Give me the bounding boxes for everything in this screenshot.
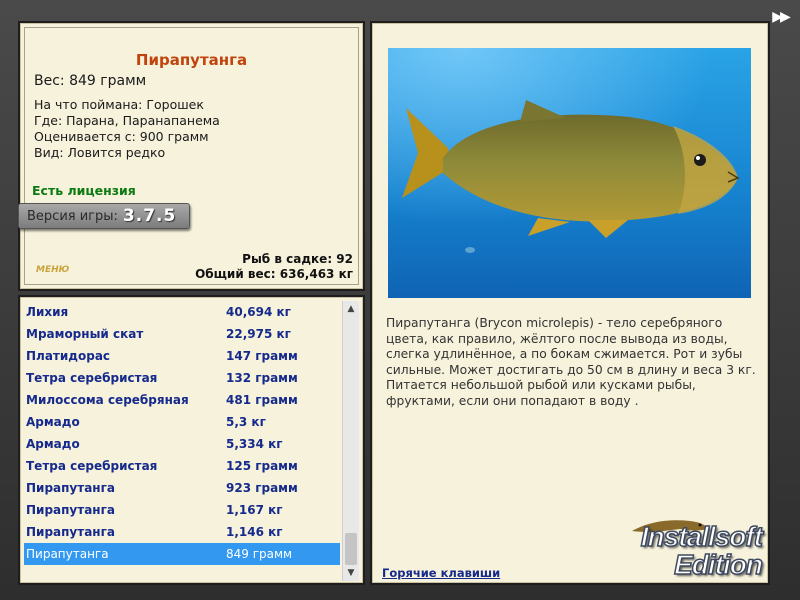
catch-row-fish-name: Пирапутанга	[26, 525, 115, 539]
catch-row-fish-weight: 125 грамм	[226, 459, 298, 473]
fish-name-title: Пирапутанга	[135, 51, 248, 69]
location-info: Где: Парана, Паранапанема	[34, 113, 220, 128]
fish-weight: Вес: 849 грамм	[34, 73, 147, 89]
fish-info-panel: Пирапутанга Вес: 849 грамм На что пойман…	[18, 21, 365, 291]
catch-row-fish-name: Лихия	[26, 305, 69, 319]
catch-row-fish-weight: 1,167 кг	[226, 503, 283, 517]
catch-row-fish-name: Армадо	[26, 437, 80, 451]
catch-list: Лихия 40,694 кг Мраморный скат 22,975 кг Пла…	[24, 301, 340, 581]
catch-row-fish-weight: 22,975 кг	[226, 327, 291, 341]
catch-list-row[interactable]: Армадо 5,3 кг	[24, 411, 340, 433]
edition-logo-line2: Edition	[673, 549, 763, 580]
catch-row-fish-name: Армадо	[26, 415, 80, 429]
menu-button[interactable]: МЕНЮ	[36, 265, 69, 275]
fish-detail-panel: Пирапутанга (Brycon microlepis) - тело с…	[370, 21, 770, 585]
catch-row-fish-name: Пирапутанга	[26, 481, 115, 495]
version-badge: Версия игры: 3.7.5	[18, 203, 190, 229]
catch-list-row[interactable]: Лихия 40,694 кг	[24, 301, 340, 323]
scroll-down-icon[interactable]: ▼	[343, 565, 359, 581]
catch-row-fish-weight: 40,694 кг	[226, 305, 291, 319]
total-weight: Общий вес: 636,463 кг	[195, 267, 353, 281]
fish-description: Пирапутанга (Brycon microlepis) - тело с…	[386, 316, 756, 408]
catch-list-row[interactable]: Тетра серебристая 125 грамм	[24, 455, 340, 477]
catch-row-fish-name: Тетра серебристая	[26, 459, 158, 473]
catch-row-fish-name: Тетра серебристая	[26, 371, 158, 385]
catch-row-fish-weight: 1,146 кг	[226, 525, 283, 539]
scroll-thumb[interactable]	[345, 533, 357, 565]
catch-row-fish-name: Пирапутанга	[26, 503, 115, 517]
catch-row-fish-weight: 5,3 кг	[226, 415, 266, 429]
catch-list-scrollbar[interactable]: ▲ ▼	[342, 301, 359, 581]
game-window: ▶▶ Пирапутанга Вес: 849 грамм На что пой…	[0, 0, 800, 600]
scroll-up-icon[interactable]: ▲	[343, 301, 359, 317]
catch-row-fish-weight: 849 грамм	[226, 547, 293, 561]
catch-row-fish-weight: 132 грамм	[226, 371, 298, 385]
catch-list-row[interactable]: Пирапутанга 1,167 кг	[24, 499, 340, 521]
rarity-info: Вид: Ловится редко	[34, 145, 166, 160]
catch-row-fish-weight: 923 грамм	[226, 481, 298, 495]
catch-list-row[interactable]: Мраморный скат 22,975 кг	[24, 323, 340, 345]
fast-forward-icon: ▶▶	[772, 9, 790, 25]
version-label: Версия игры:	[27, 208, 118, 224]
value-info: Оценивается с: 900 грамм	[34, 129, 209, 144]
bait-info: На что поймана: Горошек	[34, 97, 204, 112]
installsoft-edition-logo: Installsoft Edition	[640, 521, 764, 580]
catch-list-row[interactable]: Пирапутанга 849 грамм	[24, 543, 340, 565]
fish-photo	[388, 48, 751, 298]
catch-row-fish-name: Пирапутанга	[26, 547, 109, 561]
fish-in-cage-count: Рыб в садке: 92	[242, 252, 353, 266]
edition-logo-line1: Installsoft	[640, 521, 764, 552]
catch-row-fish-weight: 5,334 кг	[226, 437, 283, 451]
catch-list-row[interactable]: Милоссома серебряная 481 грамм	[24, 389, 340, 411]
catch-list-panel: Лихия 40,694 кг Мраморный скат 22,975 кг Пла…	[18, 295, 365, 585]
license-status: Есть лицензия	[32, 183, 136, 198]
hotkeys-link[interactable]: Горячие клавиши	[382, 566, 500, 580]
catch-list-row[interactable]: Армадо 5,334 кг	[24, 433, 340, 455]
catch-list-row[interactable]: Пирапутанга 923 грамм	[24, 477, 340, 499]
catch-list-row[interactable]: Платидорас 147 грамм	[24, 345, 340, 367]
catch-row-fish-weight: 147 грамм	[226, 349, 298, 363]
catch-row-fish-weight: 481 грамм	[226, 393, 298, 407]
catch-row-fish-name: Милоссома серебряная	[26, 393, 189, 407]
catch-row-fish-name: Платидорас	[26, 349, 111, 363]
catch-row-fish-name: Мраморный скат	[26, 327, 144, 341]
version-number: 3.7.5	[122, 206, 177, 226]
catch-list-row[interactable]: Тетра серебристая 132 грамм	[24, 367, 340, 389]
catch-list-row[interactable]: Пирапутанга 1,146 кг	[24, 521, 340, 543]
fast-forward-button[interactable]: ▶▶	[768, 9, 792, 25]
